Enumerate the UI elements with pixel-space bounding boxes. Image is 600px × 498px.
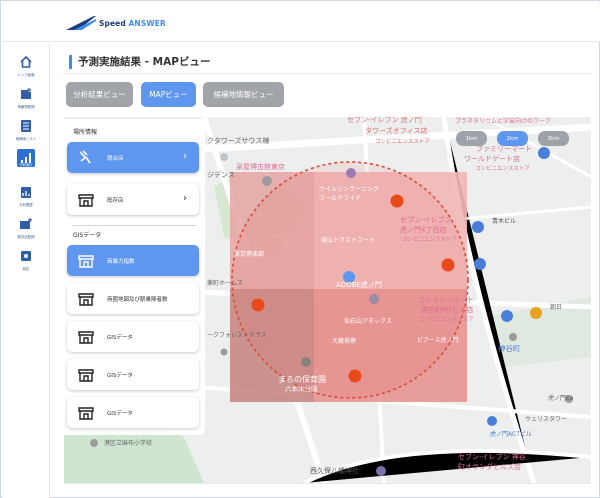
map-label: セブン-イレブン 神谷 [458, 453, 526, 461]
map-label: ピアース虎ノ門 [417, 337, 459, 344]
tab-map-view[interactable]: MAPビュー [141, 82, 196, 107]
map-label: ファミリーマート [418, 296, 474, 304]
competitor-icon [79, 150, 91, 164]
map-label: 薬町ホームズ [207, 280, 243, 287]
layer-panel: 場所情報 競合店 › 既存店 › GISデータ 商業力指数 商圏地図及び駅乗降者… [64, 119, 205, 435]
map-label: ウイルソンラーニング [319, 186, 380, 193]
map-label: 城山トラストコート [321, 237, 375, 244]
map-label: ワールドゲート店 [464, 155, 520, 163]
sidebar-item-register[interactable]: 情報物登録 [2, 85, 50, 119]
settings-icon [17, 247, 35, 265]
content-bottom-border [64, 483, 591, 484]
store-icon [78, 255, 94, 268]
sidebar-item-candidate-list[interactable]: 候補地リスト [2, 117, 50, 151]
map-label: ークフォレストテラス [207, 332, 267, 339]
sidebar-item-store-register[interactable]: 既存店登録 [2, 215, 50, 249]
map-label: コンビニエンスストア [419, 317, 474, 323]
layer-gis-data-button[interactable]: GISデータ [67, 321, 199, 352]
app-header: Speed ANSWER [2, 2, 600, 42]
sidebar-item-analysis[interactable]: 分析実行 [2, 149, 50, 183]
map-label: 泉屋博古館東京 [236, 163, 285, 171]
range-1km-button[interactable]: 1km [456, 131, 487, 146]
range-3km-button[interactable]: 3km [538, 131, 569, 146]
map-label: 朝日 [550, 304, 563, 311]
layer-gis-data-button[interactable]: GISデータ [67, 359, 199, 390]
map-label: 神谷町 [498, 344, 521, 353]
store-icon [78, 407, 94, 420]
tab-analysis-view[interactable]: 分析結果ビュー [66, 82, 133, 107]
brand-name: Speed ANSWER [99, 18, 166, 28]
store-add-icon [17, 215, 35, 233]
app-window: Speed ANSWER トップ画面 情報物登録 候補地リスト 分析実行 分析履… [0, 0, 600, 498]
map-label: コンビニエンスストア [402, 237, 457, 243]
layer-gis-data-button[interactable]: GISデータ [67, 397, 199, 428]
map-label: コンビニエンスストア [475, 166, 530, 172]
map-label: ジデンス [207, 171, 235, 179]
map-label: セブン-イレブン [400, 216, 452, 224]
calendar-chart-icon [17, 183, 35, 201]
store-icon [78, 194, 94, 207]
map-label: ワールドワイド [319, 195, 362, 202]
brand-logo[interactable]: Speed ANSWER [64, 15, 166, 31]
map-label: 六本木分園 [285, 385, 318, 393]
map-label: 虎ノ門Ea [548, 395, 574, 402]
map-label: 町オランダヒルズ店 [458, 463, 521, 471]
map-label: タワーズオフィス店 [365, 127, 428, 135]
store-icon [78, 331, 94, 344]
title-divider [63, 73, 591, 74]
sidebar: トップ画面 情報物登録 候補地リスト 分析実行 分析履歴 既存店登録 設定 [2, 43, 50, 498]
store-icon [78, 293, 94, 306]
map-label: ファミリーマート [476, 145, 532, 153]
building-add-icon [17, 85, 35, 103]
layer-competitor-button[interactable]: 競合店 › [67, 142, 199, 173]
page-title: 予測実施結果 - MAPビュー [69, 55, 210, 69]
map-label: クタワーズサウス棟 [207, 137, 270, 145]
layer-existing-store-button[interactable]: 既存店 › [67, 184, 199, 215]
home-icon [17, 53, 35, 71]
map-label: 東京倶楽部 [234, 251, 265, 258]
section-gis-data: GISデータ [73, 232, 102, 239]
range-2km-button[interactable]: 2km [497, 131, 528, 146]
map-label: ウェリスタワー [525, 416, 568, 423]
map-label: 仙石山アネックス [344, 318, 392, 325]
section-location-info: 場所情報 [73, 129, 98, 136]
layer-trade-area-button[interactable]: 商圏地図及び駅乗降者数 [67, 283, 199, 314]
tab-candidate-view[interactable]: 候補地情報ビュー [203, 82, 284, 107]
map-label: 青木ビル [492, 218, 517, 225]
store-icon [78, 369, 94, 382]
map-label: ADOBE虎ノ門 [336, 281, 382, 289]
map-label: 虎ノ門ACTビル [490, 431, 532, 438]
sidebar-item-history[interactable]: 分析履歴 [2, 183, 50, 217]
map-label: セブン-イレブン 虎ノ門 [347, 117, 422, 124]
map-label: 西久保八幡神社 [310, 467, 359, 475]
sidebar-item-settings[interactable]: 設定 [2, 247, 50, 281]
layer-commercial-index-button[interactable]: 商業力指数 [67, 245, 199, 276]
map-label: プラネタリウムと字宙向けのワーク [455, 118, 552, 125]
sidebar-item-top[interactable]: トップ画面 [2, 53, 50, 87]
map-label: まるの保育園 [278, 375, 326, 384]
speed-logo-icon [66, 16, 96, 30]
map-label: 虎ノ門4丁目店 [400, 226, 447, 234]
chevron-right-icon: › [183, 193, 187, 204]
map-label: 港区立麻布小学校 [104, 440, 153, 447]
list-icon [17, 117, 35, 135]
chevron-right-icon: › [183, 151, 187, 162]
section-divider [73, 225, 197, 226]
map-label: コンビニエンスストア [375, 139, 430, 145]
map-label: 神谷町MTビル店 [421, 306, 474, 314]
map-label: 大蔵茶寮 [332, 338, 357, 345]
